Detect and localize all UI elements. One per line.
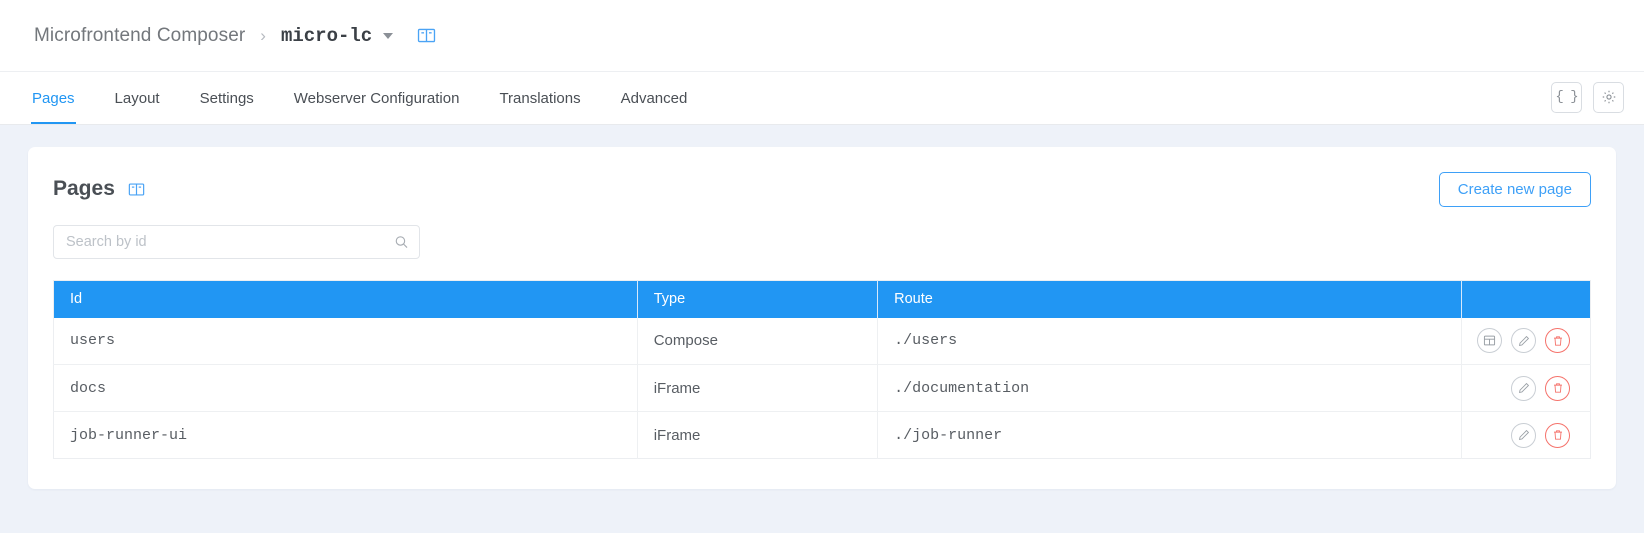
delete-button[interactable] — [1545, 328, 1570, 354]
breadcrumb-current-item[interactable]: micro-lc — [281, 25, 372, 47]
column-header-route[interactable]: Route — [877, 280, 1462, 318]
row-actions — [1478, 412, 1570, 458]
delete-button[interactable] — [1545, 375, 1570, 401]
table-row: job-runner-ui iFrame ./job-runner — [53, 411, 1591, 459]
create-new-page-button[interactable]: Create new page — [1438, 171, 1591, 207]
page-title: Pages — [53, 177, 115, 200]
table-row: users Compose ./users — [53, 317, 1591, 365]
cell-actions — [1461, 317, 1591, 365]
search-input[interactable] — [53, 225, 420, 259]
gear-icon — [1601, 89, 1617, 105]
tab-bar: Pages Layout Settings Webserver Configur… — [0, 72, 1644, 124]
compose-layout-button[interactable] — [1477, 328, 1502, 354]
tab-list: Pages Layout Settings Webserver Configur… — [12, 72, 707, 124]
tab-settings[interactable]: Settings — [180, 72, 274, 124]
book-icon[interactable] — [128, 181, 145, 198]
tab-webserver-configuration[interactable]: Webserver Configuration — [274, 72, 480, 124]
curly-braces-icon: { } — [1555, 89, 1578, 105]
settings-button[interactable] — [1593, 81, 1624, 113]
cell-type: Compose — [637, 317, 879, 365]
pages-card: Pages Create new page Search by id Id Ty… — [28, 147, 1616, 489]
tab-label: Translations — [499, 89, 581, 107]
main-content: Pages Create new page Search by id Id Ty… — [0, 125, 1644, 511]
cell-type: iFrame — [637, 364, 879, 412]
edit-button[interactable] — [1511, 375, 1536, 401]
edit-button[interactable] — [1511, 328, 1536, 354]
cell-id: docs — [53, 364, 638, 412]
tab-label: Advanced — [620, 89, 688, 107]
app-header: Microfrontend Composer › micro-lc Pages … — [0, 0, 1644, 125]
breadcrumb-root-link[interactable]: Microfrontend Composer — [34, 25, 245, 47]
cell-actions — [1461, 412, 1590, 459]
table-body: users Compose ./users docs iFrame ./docu… — [53, 317, 1591, 459]
edit-button[interactable] — [1511, 422, 1536, 448]
delete-button[interactable] — [1545, 422, 1570, 448]
cell-actions — [1461, 364, 1591, 412]
tab-label: Pages — [32, 89, 75, 107]
book-icon[interactable] — [417, 26, 436, 45]
tab-label: Settings — [199, 89, 254, 107]
cell-id: users — [53, 317, 638, 365]
table-header: Id Type Route — [53, 280, 1591, 318]
table-header-row: Id Type Route — [53, 280, 1591, 318]
column-header-actions — [1461, 280, 1591, 318]
tab-layout[interactable]: Layout — [95, 72, 180, 124]
search-field-wrapper — [53, 225, 420, 259]
tab-advanced[interactable]: Advanced — [601, 72, 708, 124]
table-row: docs iFrame ./documentation — [53, 364, 1591, 412]
cell-route: ./users — [877, 317, 1462, 365]
cell-type: iFrame — [637, 411, 879, 459]
tab-label: Layout — [114, 89, 160, 107]
tab-bar-actions: { } — [1551, 72, 1624, 124]
cell-id: job-runner-ui — [53, 411, 638, 459]
tab-bar-spacer — [707, 72, 1551, 124]
row-actions — [1478, 365, 1570, 411]
json-editor-button[interactable]: { } — [1551, 81, 1582, 113]
tab-label: Webserver Configuration — [293, 89, 460, 107]
breadcrumb-separator: › — [260, 26, 266, 45]
cell-route: ./job-runner — [877, 411, 1462, 459]
column-header-type[interactable]: Type — [637, 280, 879, 318]
breadcrumb: Microfrontend Composer › micro-lc — [0, 0, 1644, 72]
chevron-down-icon[interactable] — [383, 32, 394, 39]
pages-card-header: Pages Create new page — [53, 169, 1591, 209]
pages-table: Id Type Route users Compose ./users docs… — [53, 280, 1591, 459]
row-actions — [1477, 318, 1570, 364]
tab-pages[interactable]: Pages — [12, 72, 95, 124]
column-header-id[interactable]: Id — [53, 280, 638, 318]
cell-route: ./documentation — [877, 364, 1462, 412]
tab-translations[interactable]: Translations — [479, 72, 600, 124]
